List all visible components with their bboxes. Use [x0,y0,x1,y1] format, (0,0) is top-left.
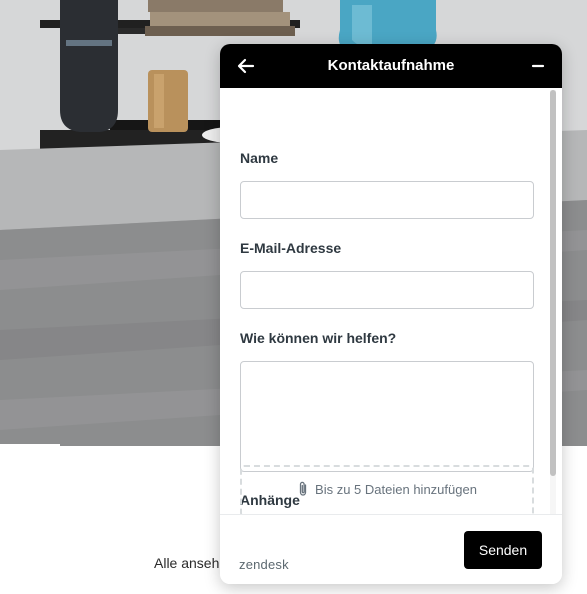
attachment-dropzone[interactable]: Bis zu 5 Dateien hinzufügen [240,465,534,517]
message-label: Wie können wir helfen? [240,330,397,346]
contact-form: Name E-Mail-Adresse Wie können wir helfe… [220,88,562,514]
widget-header: Kontaktaufnahme [220,44,562,88]
arrow-left-icon[interactable] [236,56,256,76]
paperclip-icon [297,481,309,497]
email-field[interactable] [240,271,534,309]
name-field[interactable] [240,181,534,219]
widget-footer: zendesk Senden [220,514,562,584]
minus-icon[interactable] [528,56,548,76]
zendesk-logo[interactable]: zendesk [239,557,289,572]
background-divider [0,444,60,446]
contact-widget: Kontaktaufnahme Name E-Mail-Adresse Wie … [220,44,562,584]
widget-title: Kontaktaufnahme [327,57,455,74]
email-label: E-Mail-Adresse [240,240,342,256]
dropzone-content: Bis zu 5 Dateien hinzufügen [242,481,532,497]
message-field[interactable] [240,361,534,472]
name-label: Name [240,150,279,166]
dropzone-text: Bis zu 5 Dateien hinzufügen [315,482,477,497]
view-all-link[interactable]: Alle anseh [154,555,219,571]
send-button[interactable]: Senden [464,531,542,569]
scrollbar-thumb[interactable] [550,90,556,476]
page: Alle anseh Kontaktaufnahme Name E-Mail-A… [0,0,587,594]
